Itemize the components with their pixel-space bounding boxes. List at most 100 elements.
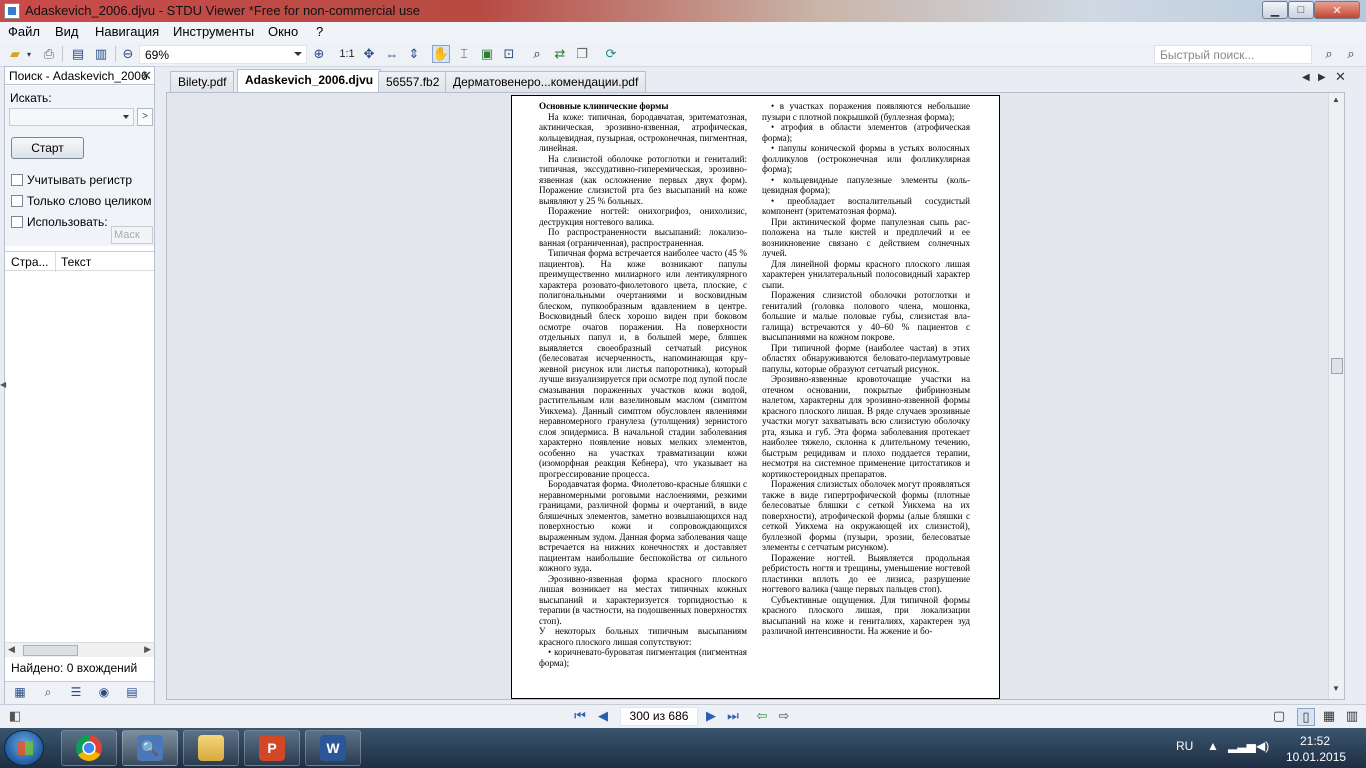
continuous-view-icon[interactable]: ▯ (1297, 708, 1315, 726)
menu-navigation[interactable]: Навигация (95, 24, 159, 39)
close-icon: ✕ (1332, 4, 1342, 17)
last-page-icon[interactable]: ⏭ (724, 708, 742, 726)
horizontal-scrollbar[interactable]: ◀ ▶ (5, 642, 154, 657)
scroll-right-icon[interactable]: ▶ (144, 644, 151, 655)
column-header-text[interactable]: Текст (61, 255, 91, 269)
paragraph: Бородавчатая форма. Фиолетово-красные бл… (539, 479, 747, 573)
search-panel-icon[interactable]: ⌕ (39, 685, 57, 702)
close-icon[interactable]: ✕ (141, 68, 152, 84)
fit-width-icon[interactable]: ⇔ (383, 45, 401, 63)
tab-bilety[interactable]: Bilety.pdf (170, 71, 235, 92)
pages-panel-icon[interactable]: ▦ (11, 685, 29, 702)
scroll-up-icon[interactable]: ▲ (1332, 95, 1340, 104)
language-indicator[interactable]: RU (1176, 739, 1193, 753)
scrollbar-thumb[interactable] (23, 645, 78, 656)
clock-time[interactable]: 21:52 (1300, 734, 1330, 748)
taskbar-chrome[interactable] (61, 730, 117, 766)
start-button[interactable]: Старт (11, 137, 84, 159)
tab-scroll-right-icon[interactable]: ▶ (1318, 72, 1326, 83)
next-page-icon[interactable]: ▶ (702, 708, 720, 726)
bookmarks-panel-icon[interactable]: ◉ (95, 685, 113, 702)
facing-continuous-view-icon[interactable]: ▥ (1343, 708, 1361, 726)
taskbar-file-explorer[interactable] (183, 730, 239, 766)
taskbar-stdu-viewer[interactable]: 🔍 (122, 730, 178, 766)
scroll-down-icon[interactable]: ▼ (1332, 684, 1340, 693)
paragraph: На слизистой оболочке ротоглотки и генит… (539, 153, 747, 206)
whole-word-option[interactable]: Только слово целиком (11, 194, 152, 208)
annotations-panel-icon[interactable]: ▤ (123, 685, 141, 702)
previous-page-icon[interactable]: ◀ (594, 708, 612, 726)
select-text-icon[interactable]: ⌶ (455, 45, 473, 63)
use-checkbox[interactable] (11, 216, 23, 228)
scroll-left-icon[interactable]: ◀ (8, 644, 15, 655)
page-layout-icon[interactable]: ▤ (69, 45, 87, 63)
panel-tab-search[interactable]: Поиск - Adaskevich_2006 ✕ (5, 67, 154, 85)
print-icon[interactable]: ⎙ (40, 45, 58, 63)
results-list[interactable] (5, 272, 154, 642)
single-page-view-icon[interactable]: ▢ (1270, 708, 1288, 726)
use-select[interactable]: Маск (111, 226, 153, 244)
volume-icon[interactable]: ◀) (1256, 739, 1269, 753)
column-header-page[interactable]: Стра... (11, 255, 49, 269)
paragraph: Поражение ногтей. Выявляется продольная … (762, 552, 970, 595)
first-page-icon[interactable]: ⏮ (571, 708, 589, 726)
vertical-scrollbar[interactable]: ▲ ▼ (1328, 93, 1344, 699)
open-folder-icon[interactable]: ▰ (6, 45, 24, 63)
toggle-panel-icon[interactable]: ◧ (6, 708, 24, 726)
network-icon[interactable]: ▂▃▅ (1228, 739, 1256, 753)
search-options-icon[interactable]: ⌕ (1342, 45, 1360, 63)
page-layout-alt-icon[interactable]: ▥ (92, 45, 110, 63)
column-separator[interactable] (55, 252, 56, 272)
select-image-icon[interactable]: ▣ (478, 45, 496, 63)
zoom-out-icon[interactable]: ⊖ (119, 45, 137, 63)
tab-dermatovenero[interactable]: Дерматовенеро...комендации.pdf (445, 71, 647, 92)
match-case-option[interactable]: Учитывать регистр (11, 173, 132, 187)
refresh-icon[interactable]: ⟳ (602, 45, 620, 63)
maximize-button[interactable]: □ (1288, 1, 1314, 19)
document-page[interactable]: Основные клинические формы На коже: типич… (511, 95, 1000, 699)
taskbar-word[interactable]: W (305, 730, 361, 766)
swap-icon[interactable]: ⇄ (551, 45, 569, 63)
search-history-button[interactable]: > (137, 108, 153, 126)
whole-word-checkbox[interactable] (11, 195, 23, 207)
open-dropdown-icon[interactable]: ▾ (24, 45, 34, 63)
snapshot-icon[interactable]: ⊡ (500, 45, 518, 63)
facing-view-icon[interactable]: ▦ (1320, 708, 1338, 726)
search-input[interactable] (9, 108, 134, 126)
tab-scroll-left-icon[interactable]: ◀ (1302, 72, 1310, 83)
fit-page-icon[interactable]: ✥ (360, 45, 378, 63)
fit-height-icon[interactable]: ⇕ (405, 45, 423, 63)
panel-collapse-icon[interactable]: ◀ (0, 380, 6, 389)
show-hidden-icons-icon[interactable]: ▲ (1207, 739, 1219, 753)
close-button[interactable]: ✕ (1314, 1, 1360, 19)
use-label: Использовать: (27, 215, 108, 229)
tab-56557[interactable]: 56557.fb2 (378, 71, 448, 92)
match-case-checkbox[interactable] (11, 174, 23, 186)
document-viewer[interactable]: Основные клинические формы На коже: типич… (166, 92, 1345, 700)
quick-search-input[interactable]: Быстрый поиск... (1154, 45, 1312, 64)
tab-adaskevich[interactable]: Adaskevich_2006.djvu (237, 69, 382, 92)
hand-tool-icon[interactable]: ✋ (432, 45, 450, 63)
menu-file[interactable]: Файл (8, 24, 40, 39)
forward-icon[interactable]: ⇨ (775, 708, 793, 726)
search-icon[interactable]: ⌕ (1320, 45, 1338, 63)
zoom-in-icon[interactable]: ⊕ (310, 45, 328, 63)
menu-view[interactable]: Вид (55, 24, 79, 39)
menu-help[interactable]: ? (316, 24, 323, 39)
scrollbar-thumb[interactable] (1331, 358, 1343, 374)
actual-size-button[interactable]: 1:1 (338, 45, 356, 63)
back-icon[interactable]: ⇦ (753, 708, 771, 726)
copy-icon[interactable]: ❐ (573, 45, 591, 63)
outline-panel-icon[interactable]: ☰ (67, 685, 85, 702)
page-number-input[interactable]: 300 из 686 (620, 707, 698, 726)
zoom-select[interactable]: 69% (139, 45, 307, 64)
clock-date[interactable]: 10.01.2015 (1286, 750, 1346, 764)
start-button[interactable] (4, 730, 44, 766)
use-option[interactable]: Использовать: (11, 215, 108, 229)
close-tab-icon[interactable]: ✕ (1335, 69, 1346, 85)
menu-tools[interactable]: Инструменты (173, 24, 254, 39)
minimize-button[interactable]: ▁ (1262, 1, 1288, 19)
taskbar-powerpoint[interactable]: P (244, 730, 300, 766)
find-icon[interactable]: ⌕ (528, 45, 546, 63)
menu-window[interactable]: Окно (268, 24, 298, 39)
